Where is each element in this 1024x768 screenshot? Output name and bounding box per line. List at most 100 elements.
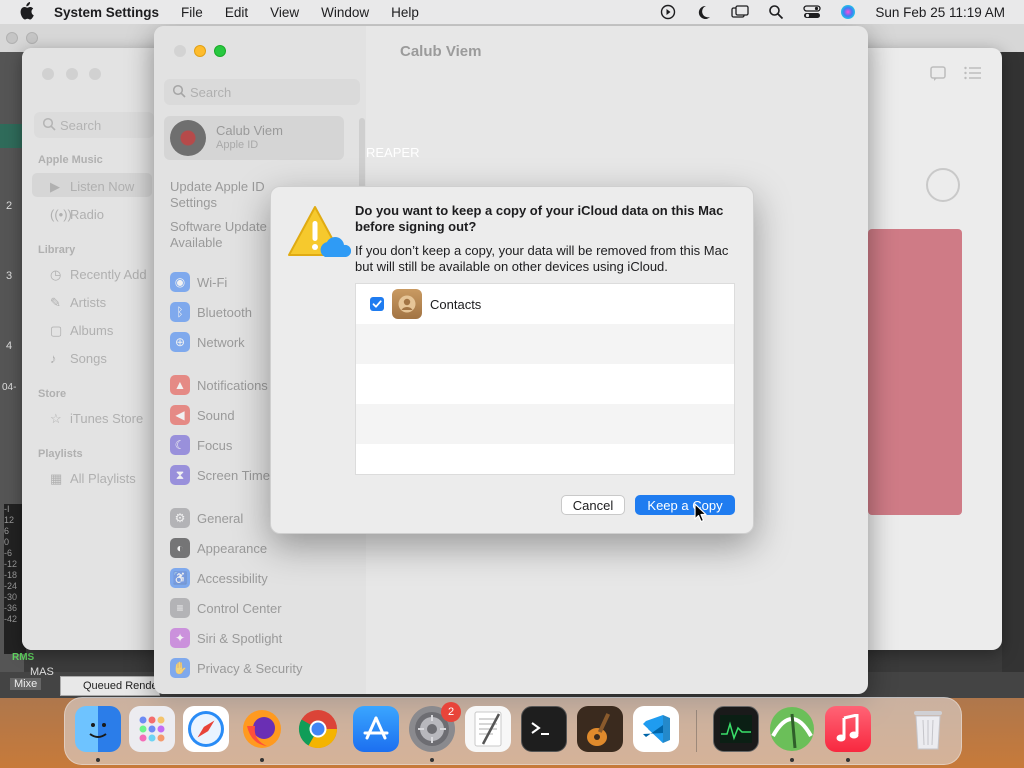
account-avatar-icon[interactable] — [926, 168, 960, 202]
gear-icon: ⚙ — [170, 508, 190, 528]
hand-icon: ✋ — [170, 658, 190, 678]
sidebar-item-all-playlists[interactable]: ▦ All Playlists — [50, 471, 136, 487]
reaper-scrollbar[interactable] — [1002, 52, 1024, 672]
master-label: MAS — [30, 666, 54, 678]
track-number: 2 — [6, 200, 13, 212]
search-icon[interactable] — [767, 4, 785, 20]
view-menu[interactable]: View — [270, 5, 299, 20]
notification-badge: 2 — [441, 702, 461, 722]
track-number: 3 — [6, 270, 13, 282]
file-menu[interactable]: File — [181, 5, 203, 20]
sidebar-scrollbar[interactable] — [359, 118, 365, 188]
note-icon: ♪ — [50, 351, 57, 366]
launchpad-icon[interactable] — [129, 706, 175, 752]
app-store-icon[interactable] — [353, 706, 399, 752]
software-update-link[interactable]: Software Update Available — [170, 219, 280, 251]
cancel-button[interactable]: Cancel — [561, 495, 625, 515]
star-icon: ☆ — [50, 411, 62, 426]
terminal-icon[interactable] — [521, 706, 567, 752]
sidebar-item-itunes-store[interactable]: ☆ iTunes Store — [50, 411, 143, 427]
clock-icon: ◷ — [50, 267, 62, 282]
sidebar-item-focus[interactable]: ☾ Focus — [170, 434, 232, 456]
sidebar-item-privacy-security[interactable]: ✋ Privacy & Security — [170, 657, 302, 679]
vscode-icon[interactable] — [633, 706, 679, 752]
music-search-field[interactable]: Search — [34, 112, 154, 138]
siri-icon[interactable] — [839, 4, 857, 20]
apple-id-account[interactable]: Calub Viem Apple ID — [164, 116, 344, 160]
music-sidebar: Search Apple Music ▶ Listen Now ((•))Radi… — [22, 48, 157, 650]
app-name-menu[interactable]: System Settings — [54, 5, 159, 20]
running-indicator — [260, 758, 264, 762]
safari-icon[interactable] — [183, 706, 229, 752]
music-window-controls — [42, 68, 109, 83]
reaper-icon[interactable] — [769, 706, 815, 752]
settings-search-field[interactable]: Search — [164, 79, 360, 105]
sidebar-item-artists[interactable]: ✎ Artists — [50, 295, 106, 311]
menu-bar: System Settings File Edit View Window He… — [0, 0, 1024, 24]
minimize-icon[interactable] — [194, 45, 206, 57]
sidebar-item-albums[interactable]: ▢ Albums — [50, 323, 113, 339]
sidebar-item-screen-time[interactable]: ⧗ Screen Time — [170, 464, 270, 486]
edit-menu[interactable]: Edit — [225, 5, 248, 20]
sidebar-item-recently-added[interactable]: ◷ Recently Add — [50, 267, 147, 283]
sidebar-item-wifi[interactable]: ◉ Wi-Fi — [170, 271, 227, 293]
activity-monitor-icon[interactable] — [713, 706, 759, 752]
time-label: 04- — [2, 382, 17, 393]
close-icon[interactable] — [174, 45, 186, 57]
sidebar-item-sound[interactable]: ◀ Sound — [170, 404, 235, 426]
apple-menu-icon[interactable] — [18, 1, 40, 23]
window-title: Calub Viem — [400, 43, 482, 60]
moon-icon[interactable] — [695, 4, 713, 20]
queued-render-tab[interactable]: Queued Rende — [60, 676, 160, 696]
empty-row — [356, 444, 734, 474]
zoom-icon[interactable] — [214, 45, 226, 57]
sidebar-item-control-center[interactable]: ≡ Control Center — [170, 597, 282, 619]
firefox-icon[interactable] — [239, 706, 285, 752]
sidebar-item-songs[interactable]: ♪ Songs — [50, 351, 107, 366]
avatar — [170, 120, 206, 156]
warning-icloud-icon — [285, 205, 352, 263]
trash-icon[interactable] — [905, 706, 951, 752]
sidebar-item-network[interactable]: ⊕ Network — [170, 331, 245, 353]
help-menu[interactable]: Help — [391, 5, 419, 20]
album-icon: ▢ — [50, 323, 63, 338]
account-name: Calub Viem — [216, 123, 283, 138]
control-center-icon[interactable] — [803, 4, 822, 20]
window-menu[interactable]: Window — [321, 5, 369, 20]
album-artwork[interactable] — [868, 229, 962, 515]
running-indicator — [790, 758, 794, 762]
garageband-icon[interactable] — [577, 706, 623, 752]
list-item[interactable]: Contacts — [356, 284, 734, 324]
menu-clock[interactable]: Sun Feb 25 11:19 AM — [875, 5, 1005, 20]
sidebar-item-radio[interactable]: ((•))Radio — [50, 207, 104, 222]
update-apple-id-link[interactable]: Update Apple ID Settings — [170, 179, 280, 211]
music-minimize-icon[interactable] — [65, 68, 78, 80]
sidebar-item-siri-spotlight[interactable]: ✦ Siri & Spotlight — [170, 627, 282, 649]
sidebar-item-listen-now[interactable]: ▶ Listen Now — [50, 179, 134, 195]
sidebar-item-general[interactable]: ⚙ General — [170, 507, 243, 529]
keep-a-copy-button[interactable]: Keep a Copy — [635, 495, 735, 515]
queue-list-icon[interactable] — [964, 66, 982, 83]
finder-icon[interactable] — [75, 706, 121, 752]
sidebar-item-bluetooth[interactable]: ᛒ Bluetooth — [170, 301, 252, 323]
dialog-title: Do you want to keep a copy of your iClou… — [355, 203, 724, 234]
reaper-close-icon[interactable] — [6, 32, 18, 44]
sidebar-item-accessibility[interactable]: ♿ Accessibility — [170, 567, 268, 589]
account-subtitle: Apple ID — [216, 139, 259, 151]
section-apple-music: Apple Music — [38, 154, 103, 166]
sidebar-item-appearance[interactable]: ◐ Appearance — [170, 537, 267, 559]
contacts-checkbox[interactable] — [370, 297, 384, 311]
globe-icon: ⊕ — [170, 332, 190, 352]
lyrics-icon[interactable] — [930, 66, 946, 85]
sidebar-item-notifications[interactable]: ▲ Notifications — [170, 374, 268, 396]
siri-icon: ✦ — [170, 628, 190, 648]
textedit-icon[interactable] — [465, 706, 511, 752]
play-circle-icon[interactable] — [659, 4, 677, 20]
music-icon[interactable] — [825, 706, 871, 752]
music-close-icon[interactable] — [42, 68, 54, 80]
reaper-minimize-icon[interactable] — [26, 32, 38, 44]
music-zoom-icon[interactable] — [89, 68, 102, 80]
mixer-tab[interactable]: Mixe — [10, 678, 42, 690]
chrome-icon[interactable] — [295, 706, 341, 752]
window-icon[interactable] — [731, 4, 750, 20]
